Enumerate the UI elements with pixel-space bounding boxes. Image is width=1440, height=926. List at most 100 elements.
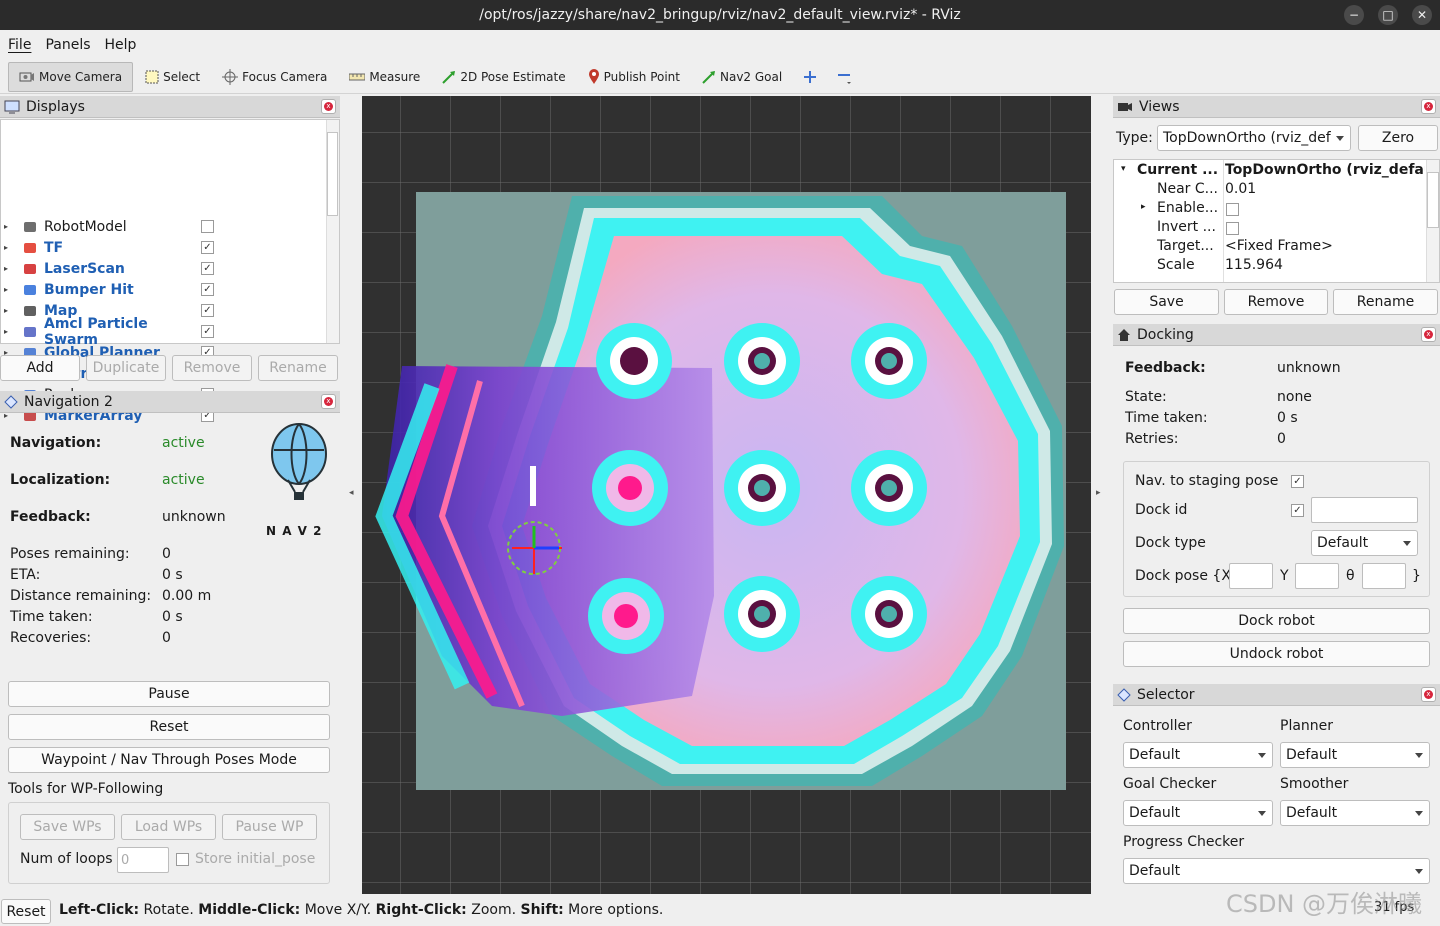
pause-button[interactable]: Pause xyxy=(8,681,330,707)
display-enable-checkbox[interactable]: ✓ xyxy=(201,241,214,254)
nav-stat-value: 0 s xyxy=(162,567,183,583)
expand-arrow-icon[interactable]: ▸ xyxy=(4,306,14,315)
goal-checker-select[interactable]: Default xyxy=(1123,800,1273,826)
dock-id-input[interactable] xyxy=(1311,497,1418,523)
rename-view-button[interactable]: Rename xyxy=(1333,289,1438,315)
docking-state-value: none xyxy=(1277,389,1312,405)
menu-help[interactable]: Help xyxy=(105,37,137,53)
dock-id-checkbox[interactable]: ✓ xyxy=(1291,504,1304,517)
display-enable-checkbox[interactable]: ✓ xyxy=(201,262,214,275)
remove-display-button[interactable]: Remove xyxy=(172,355,252,381)
undock-robot-button[interactable]: Undock robot xyxy=(1123,641,1430,667)
dock-type-select[interactable]: Default xyxy=(1311,530,1418,556)
views-close-button[interactable]: x xyxy=(1421,99,1436,114)
waypoint-mode-button[interactable]: Waypoint / Nav Through Poses Mode xyxy=(8,747,330,773)
duplicate-display-button[interactable]: Duplicate xyxy=(86,355,166,381)
publish-point-tool[interactable]: Publish Point xyxy=(578,62,690,92)
save-wps-button[interactable]: Save WPs xyxy=(20,814,115,840)
view-property-value[interactable]: 0.01 xyxy=(1225,181,1256,197)
zero-button[interactable]: Zero xyxy=(1358,125,1438,151)
display-item[interactable]: ▸ RobotModel xyxy=(4,216,330,237)
planner-select[interactable]: Default xyxy=(1280,742,1430,768)
save-view-button[interactable]: Save xyxy=(1114,289,1219,315)
add-display-button[interactable]: Add xyxy=(0,355,80,381)
dock-pose-close-brace: } xyxy=(1412,568,1421,584)
expand-arrow-icon[interactable]: ▸ xyxy=(4,285,14,294)
view-type-select[interactable]: TopDownOrtho (rviz_def xyxy=(1157,125,1351,151)
menu-panels[interactable]: Panels xyxy=(45,37,90,53)
collapse-arrow-icon[interactable]: ▾ xyxy=(1121,164,1126,174)
dock-pose-theta-input[interactable] xyxy=(1362,563,1406,589)
navigation-close-button[interactable]: x xyxy=(321,394,336,409)
controller-select[interactable]: Default xyxy=(1123,742,1273,768)
pause-wp-button[interactable]: Pause WP xyxy=(222,814,317,840)
expand-arrow-icon[interactable]: ▸ xyxy=(4,327,14,336)
dock-robot-button[interactable]: Dock robot xyxy=(1123,608,1430,634)
diamond-icon xyxy=(4,394,18,409)
view-property-checkbox[interactable] xyxy=(1226,222,1239,235)
view-property-value: TopDownOrtho (rviz_defaul... xyxy=(1225,162,1425,178)
menu-bar: File Panels Help xyxy=(0,32,1440,58)
nav2-balloon-logo xyxy=(271,423,327,500)
display-enable-checkbox[interactable]: ✓ xyxy=(201,304,214,317)
view-property-checkbox[interactable] xyxy=(1226,203,1239,216)
display-enable-checkbox[interactable]: ✓ xyxy=(201,325,214,338)
tool-bar: Move Camera Select Focus Camera Measure … xyxy=(0,60,1440,94)
smoother-label: Smoother xyxy=(1280,776,1349,792)
docking-panel: Docking x xyxy=(1113,324,1440,346)
loops-input[interactable]: 0 xyxy=(117,847,169,873)
selector-close-button[interactable]: x xyxy=(1421,687,1436,702)
menu-file[interactable]: File xyxy=(8,37,31,53)
display-enable-checkbox[interactable]: ✓ xyxy=(201,283,214,296)
dock-pose-y-input[interactable] xyxy=(1295,563,1339,589)
expand-arrow-icon[interactable]: ▸ xyxy=(4,264,14,273)
dock-type-value: Default xyxy=(1317,535,1369,551)
progress-checker-select[interactable]: Default xyxy=(1123,858,1430,884)
store-pose-checkbox[interactable] xyxy=(176,853,189,866)
display-item[interactable]: ▸ LaserScan ✓ xyxy=(4,258,330,279)
planner-value: Default xyxy=(1286,747,1338,763)
pose-estimate-tool[interactable]: 2D Pose Estimate xyxy=(432,62,575,92)
expand-arrow-icon[interactable]: ▸ xyxy=(4,222,14,231)
left-splitter-arrow[interactable]: ◂ xyxy=(349,488,354,498)
load-wps-button[interactable]: Load WPs xyxy=(121,814,216,840)
status-reset-button[interactable]: Reset xyxy=(1,899,51,924)
display-item[interactable]: ▸ TF ✓ xyxy=(4,237,330,258)
staging-pose-checkbox[interactable]: ✓ xyxy=(1291,475,1304,488)
rviz-3d-view[interactable] xyxy=(362,96,1091,894)
reset-navigation-button[interactable]: Reset xyxy=(8,714,330,740)
focus-camera-icon xyxy=(222,68,239,85)
nav-stat-value: 0 s xyxy=(162,609,183,625)
maximize-button[interactable]: □ xyxy=(1378,5,1398,25)
dock-id-label: Dock id xyxy=(1135,502,1188,518)
measure-tool[interactable]: Measure xyxy=(339,62,430,92)
focus-camera-tool[interactable]: Focus Camera xyxy=(212,62,337,92)
nav2-goal-tool[interactable]: Nav2 Goal xyxy=(692,62,792,92)
nav-stat-value: 0 xyxy=(162,630,171,646)
display-item[interactable]: ▸ Bumper Hit ✓ xyxy=(4,279,330,300)
move-camera-tool[interactable]: Move Camera xyxy=(8,61,134,92)
remove-view-button[interactable]: Remove xyxy=(1224,289,1328,315)
view-property-value[interactable]: <Fixed Frame> xyxy=(1225,238,1333,254)
close-window-button[interactable]: ✕ xyxy=(1412,5,1432,25)
hint-shift: Shift: xyxy=(520,902,564,918)
dock-pose-x-input[interactable] xyxy=(1229,563,1273,589)
display-enable-checkbox[interactable] xyxy=(201,220,214,233)
select-tool[interactable]: Select xyxy=(135,62,210,92)
right-splitter-arrow[interactable]: ▸ xyxy=(1096,488,1101,498)
docking-close-button[interactable]: x xyxy=(1421,327,1436,342)
expand-arrow-icon[interactable]: ▸ xyxy=(4,243,14,252)
expand-arrow-icon[interactable]: ▸ xyxy=(1141,202,1146,212)
add-tool-button[interactable] xyxy=(794,62,826,92)
displays-close-button[interactable]: x xyxy=(321,99,336,114)
view-property-value[interactable]: 115.964 xyxy=(1225,257,1283,273)
loops-label: Num of loops xyxy=(20,851,113,867)
docking-title: Docking xyxy=(1137,326,1194,343)
display-item[interactable]: ▸ Amcl Particle Swarm ✓ xyxy=(4,316,330,348)
remove-tool-button[interactable] xyxy=(828,62,862,92)
smoother-select[interactable]: Default xyxy=(1280,800,1430,826)
minimize-button[interactable]: − xyxy=(1344,5,1364,25)
views-scrollbar[interactable] xyxy=(1426,160,1439,282)
rename-display-button[interactable]: Rename xyxy=(258,355,338,381)
nav-stat-label: Time taken: xyxy=(10,609,93,625)
